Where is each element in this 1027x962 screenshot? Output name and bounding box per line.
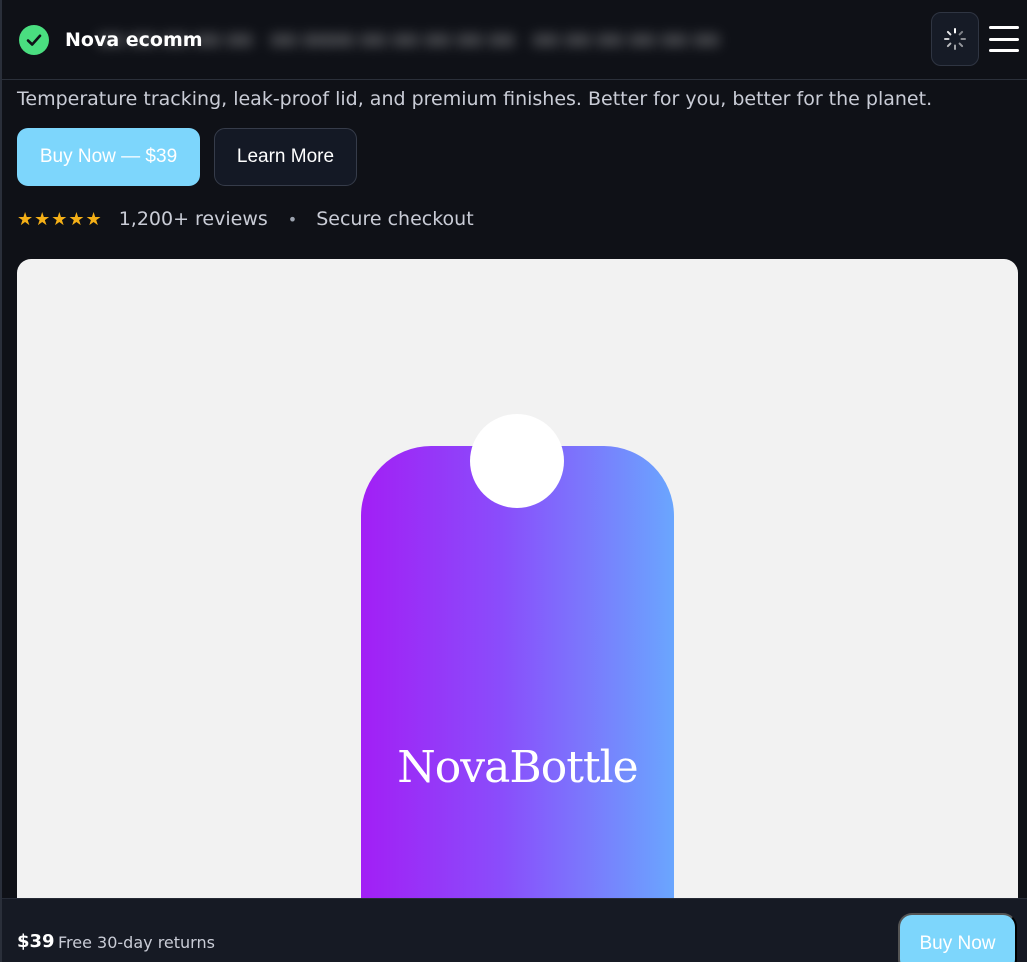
bottle-illustration: NovaBottle xyxy=(361,446,674,962)
check-circle-icon xyxy=(19,25,49,55)
separator-dot: • xyxy=(287,209,298,229)
page: ▬▬▬▬▬ ▬▬ ▬▬▬▬▬▬ ▬▬▬▬▬▬ Nova ecomm Temper… xyxy=(0,0,1027,962)
review-count[interactable]: 1,200+ reviews xyxy=(119,208,268,230)
star-rating-icon: ★★★★★ xyxy=(17,208,103,230)
brand-name[interactable]: Nova ecomm xyxy=(65,28,203,52)
footer-price: $39 xyxy=(17,931,55,952)
loading-spinner-button[interactable] xyxy=(931,12,979,66)
hamburger-menu-icon[interactable] xyxy=(989,26,1019,52)
bottle-cap xyxy=(470,414,564,508)
sticky-purchase-bar: $39 Free 30-day returns Buy Now xyxy=(0,898,1027,962)
rating-row: ★★★★★ 1,200+ reviews • Secure checkout xyxy=(17,206,474,232)
spinner-icon xyxy=(944,28,966,50)
hero-subtitle: Temperature tracking, leak-proof lid, an… xyxy=(17,88,933,110)
blurred-background-text: ▬▬▬▬▬▬ ▬▬▬▬▬▬ xyxy=(325,18,723,58)
footer-buy-now-button[interactable]: Buy Now xyxy=(898,913,1017,962)
product-image-card: NovaBottle xyxy=(17,259,1018,962)
menu-line xyxy=(989,26,1019,29)
learn-more-button[interactable]: Learn More xyxy=(214,128,357,186)
menu-line xyxy=(989,37,1019,41)
secure-checkout-text: Secure checkout xyxy=(316,208,474,230)
top-navbar: ▬▬▬▬▬ ▬▬ ▬▬▬▬▬▬ ▬▬▬▬▬▬ Nova ecomm xyxy=(0,0,1027,80)
buy-now-button[interactable]: Buy Now — $39 xyxy=(17,128,200,186)
menu-line xyxy=(989,49,1019,52)
bottle-label: NovaBottle xyxy=(397,742,638,793)
returns-note: Free 30-day returns xyxy=(58,933,215,952)
